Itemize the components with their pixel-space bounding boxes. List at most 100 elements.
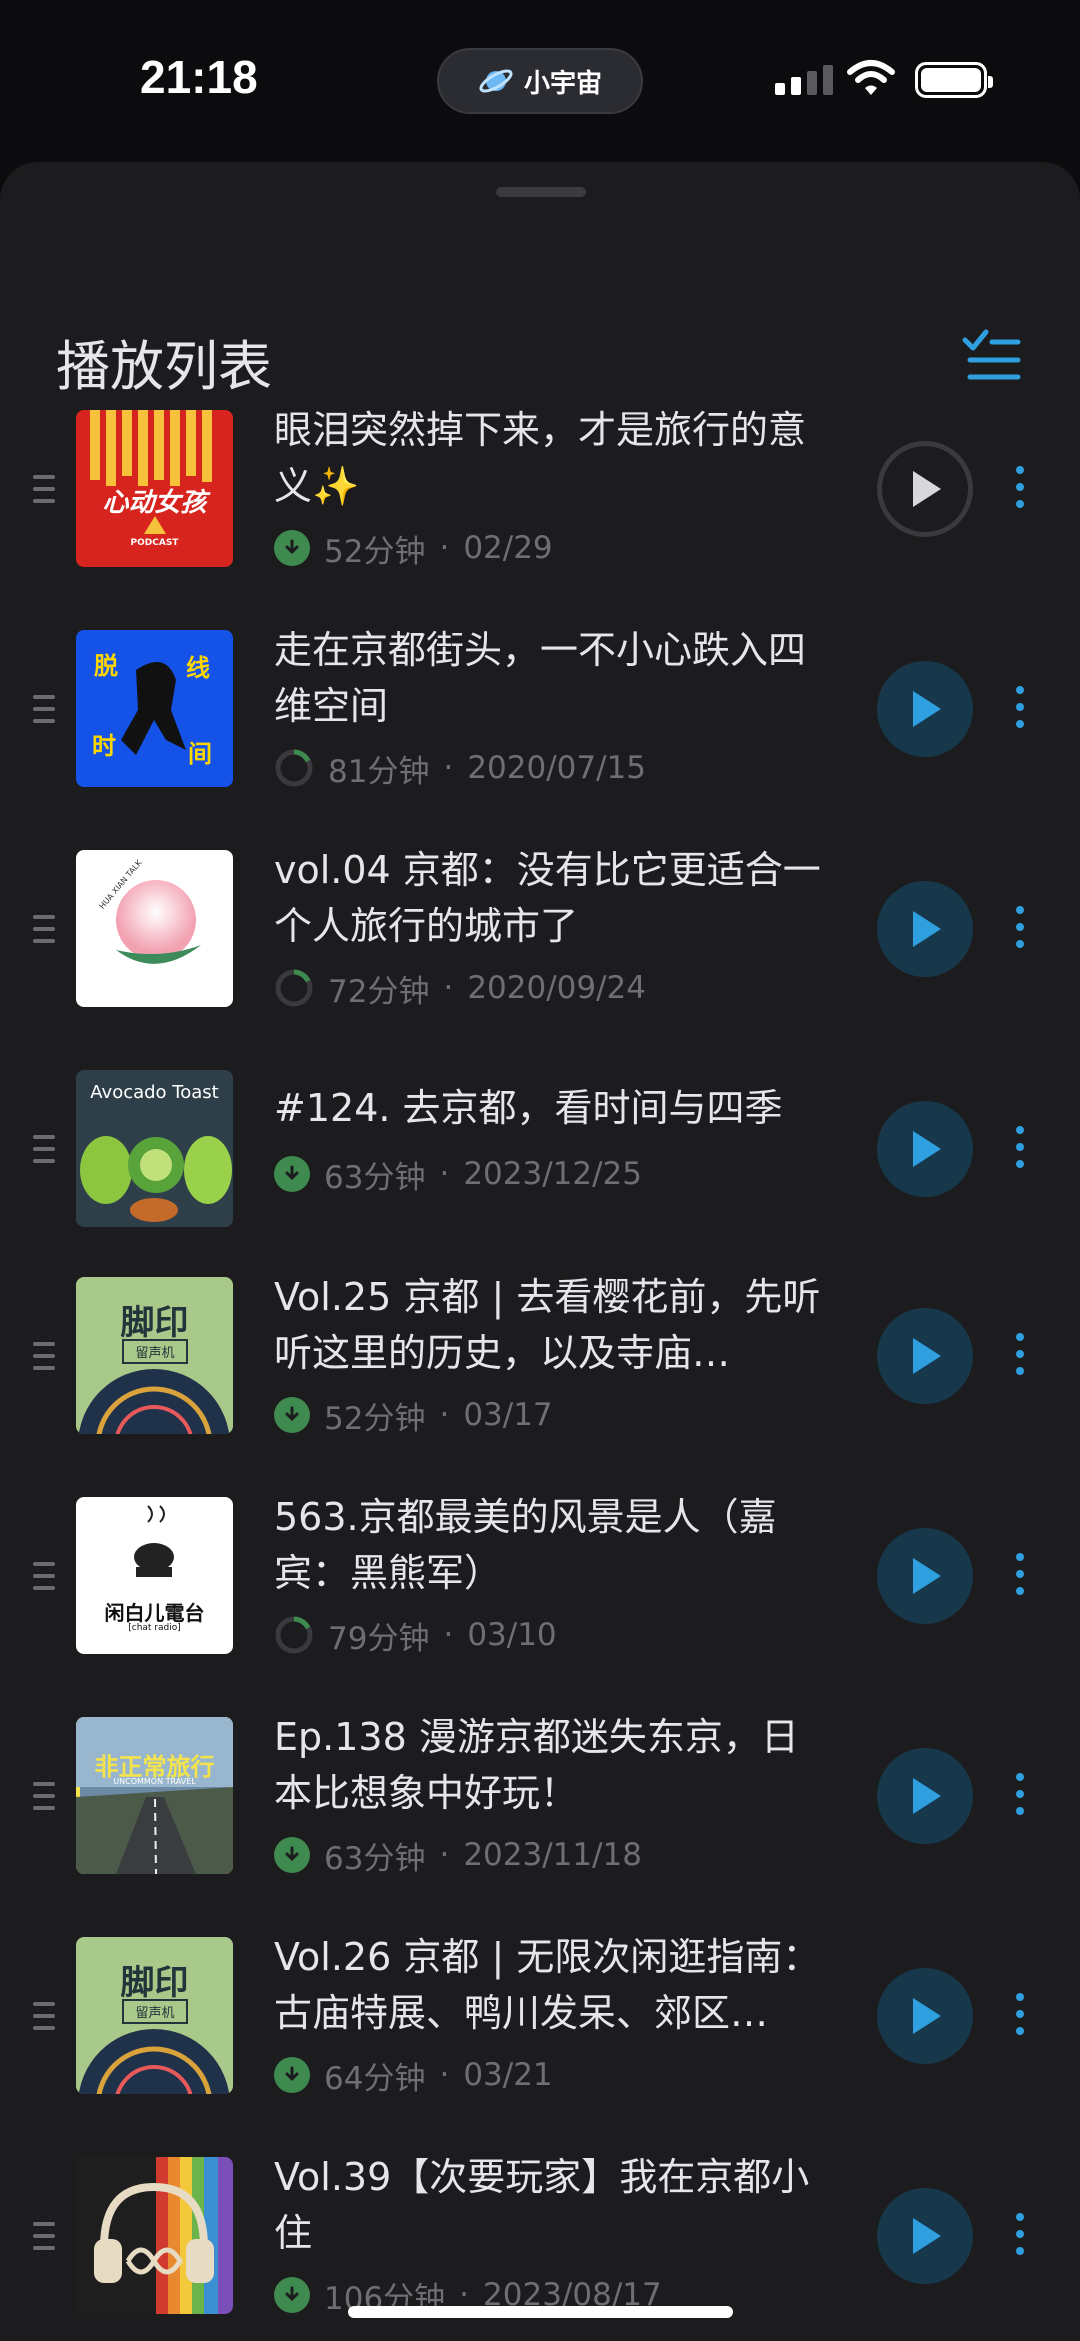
episode-row[interactable]: 非正常旅行 UNCOMMON TRAVEL Ep.138 漫游京都迷失东京，日本… <box>0 1715 1080 1917</box>
more-options-icon[interactable] <box>1016 1126 1024 1177</box>
play-icon <box>913 1778 941 1814</box>
episode-duration: 64分钟 <box>324 2060 426 2097</box>
episode-row[interactable]: HUA XIAN TALK vol.04 京都：没有比它更适合一个人旅行的城市了… <box>0 848 1080 1050</box>
episode-title: 563.京都最美的风景是人（嘉宾：黑熊军） <box>274 1495 777 1595</box>
wifi-icon <box>847 60 895 95</box>
episode-date: 2023/12/25 <box>463 1156 642 1192</box>
play-icon <box>913 2218 941 2254</box>
more-options-icon[interactable] <box>1016 1773 1024 1824</box>
episode-cover: Avocado Toast <box>76 1070 233 1227</box>
meta-separator: · <box>439 1837 450 1873</box>
status-bar: 21:18 小宇宙 <box>0 0 1080 160</box>
planet-icon <box>479 69 513 93</box>
more-options-icon[interactable] <box>1016 466 1024 517</box>
more-options-icon[interactable] <box>1016 1993 1024 2044</box>
episode-duration: 63分钟 <box>324 1840 426 1877</box>
episode-title: 走在京都街头，一不小心跌入四维空间 <box>274 628 807 728</box>
dynamic-island[interactable]: 小宇宙 <box>437 48 643 114</box>
play-icon <box>913 471 941 507</box>
episode-meta: 52分钟 · 03/17 <box>274 1395 553 1437</box>
play-button[interactable] <box>877 881 973 977</box>
drag-handle-icon[interactable] <box>33 1782 55 1818</box>
meta-separator: · <box>439 530 450 566</box>
cover-text: [chat radio] <box>128 1623 181 1633</box>
page-title: 播放列表 <box>56 335 272 398</box>
episode-row[interactable]: 脱 线 时 间 走在京都街头，一不小心跌入四维空间 81分钟 · 2020/07… <box>0 628 1080 830</box>
episode-row[interactable]: 闲白儿電台 [chat radio] 563.京都最美的风景是人（嘉宾：黑熊军）… <box>0 1495 1080 1697</box>
downloaded-icon <box>274 2277 310 2313</box>
more-options-icon[interactable] <box>1016 2213 1024 2264</box>
episode-meta: 63分钟 · 2023/11/18 <box>274 1835 642 1877</box>
play-button[interactable] <box>877 1308 973 1404</box>
drag-handle-icon[interactable] <box>33 2222 55 2258</box>
play-button[interactable] <box>877 2188 973 2284</box>
episode-meta: 72分钟 · 2020/09/24 <box>274 968 646 1010</box>
progress-ring-icon <box>275 969 313 1007</box>
play-icon <box>913 1998 941 2034</box>
play-button[interactable] <box>877 441 973 537</box>
more-options-icon[interactable] <box>1016 686 1024 737</box>
cellular-signal-icon <box>775 63 833 95</box>
progress-ring-icon <box>275 1616 313 1654</box>
downloaded-icon <box>274 530 310 566</box>
meta-separator: · <box>443 1617 454 1653</box>
meta-separator: · <box>439 2057 450 2093</box>
play-button[interactable] <box>877 661 973 757</box>
episode-date: 2020/09/24 <box>467 970 646 1006</box>
multi-select-icon[interactable] <box>962 328 1022 384</box>
island-label: 小宇宙 <box>523 68 602 99</box>
episode-meta: 81分钟 · 2020/07/15 <box>274 748 646 790</box>
more-options-icon[interactable] <box>1016 906 1024 957</box>
episode-meta: 79分钟 · 03/10 <box>274 1615 557 1657</box>
progress-ring-icon <box>275 749 313 787</box>
episode-row[interactable]: Avocado Toast #124. 去京都，看时间与四季 63分钟 · 20… <box>0 1070 1080 1270</box>
play-button[interactable] <box>877 1528 973 1624</box>
downloaded-icon <box>274 1837 310 1873</box>
episode-duration: 52分钟 <box>324 533 426 570</box>
episode-row[interactable]: 心动女孩 PODCAST 眼泪突然掉下来，才是旅行的意义✨ 52分钟 · 02/… <box>0 408 1080 610</box>
cover-text: 闲白儿電台 <box>104 1601 205 1625</box>
meta-separator: · <box>443 750 454 786</box>
drag-handle-icon[interactable] <box>33 475 55 511</box>
episode-duration: 52分钟 <box>324 1400 426 1437</box>
episode-cover: 闲白儿電台 [chat radio] <box>76 1497 233 1654</box>
meta-separator: · <box>439 1397 450 1433</box>
episode-date: 2020/07/15 <box>467 750 646 786</box>
episode-date: 02/29 <box>463 530 553 566</box>
episode-title: Vol.25 京都 | 去看樱花前，先听听这里的历史，以及寺庙… <box>274 1275 821 1375</box>
episode-meta: 52分钟 · 02/29 <box>274 528 553 570</box>
drag-handle-icon[interactable] <box>33 915 55 951</box>
cover-text: 心动女孩 <box>102 488 207 518</box>
drag-handle-icon[interactable] <box>33 1135 55 1171</box>
episode-cover <box>76 2157 233 2314</box>
clock: 21:18 <box>140 51 258 103</box>
downloaded-icon <box>274 1156 310 1192</box>
more-options-icon[interactable] <box>1016 1333 1024 1384</box>
episode-meta: 64分钟 · 03/21 <box>274 2055 553 2097</box>
episode-cover: 心动女孩 PODCAST <box>76 410 233 567</box>
episode-title: Ep.138 漫游京都迷失东京，日本比想象中好玩！ <box>274 1715 799 1815</box>
episode-cover: 脱 线 时 间 <box>76 630 233 787</box>
drag-handle-icon[interactable] <box>33 2002 55 2038</box>
home-indicator[interactable] <box>348 2306 733 2318</box>
play-button[interactable] <box>877 1748 973 1844</box>
drag-handle-icon[interactable] <box>33 1562 55 1598</box>
play-icon <box>913 691 941 727</box>
drag-handle-icon[interactable] <box>33 1342 55 1378</box>
play-button[interactable] <box>877 1101 973 1197</box>
episode-duration: 72分钟 <box>328 973 430 1010</box>
episode-title: vol.04 京都：没有比它更适合一个人旅行的城市了 <box>274 848 821 948</box>
episode-date: 03/21 <box>463 2057 553 2093</box>
episode-row[interactable]: 脚印 留声机 Vol.25 京都 | 去看樱花前，先听听这里的历史，以及寺庙… … <box>0 1275 1080 1477</box>
battery-icon <box>915 62 993 98</box>
episode-title: 眼泪突然掉下来，才是旅行的意义✨ <box>274 408 807 508</box>
more-options-icon[interactable] <box>1016 1553 1024 1604</box>
episode-cover: 非正常旅行 UNCOMMON TRAVEL <box>76 1717 233 1874</box>
drag-handle-icon[interactable] <box>33 695 55 731</box>
play-button[interactable] <box>877 1968 973 2064</box>
meta-separator: · <box>443 970 454 1006</box>
sheet-grabber[interactable] <box>496 187 586 197</box>
episode-row[interactable]: 脚印 留声机 Vol.26 京都 | 无限次闲逛指南：古庙特展、鸭川发呆、郊区…… <box>0 1935 1080 2137</box>
episode-date: 03/17 <box>463 1397 553 1433</box>
episode-cover: 脚印 留声机 <box>76 1937 233 2094</box>
